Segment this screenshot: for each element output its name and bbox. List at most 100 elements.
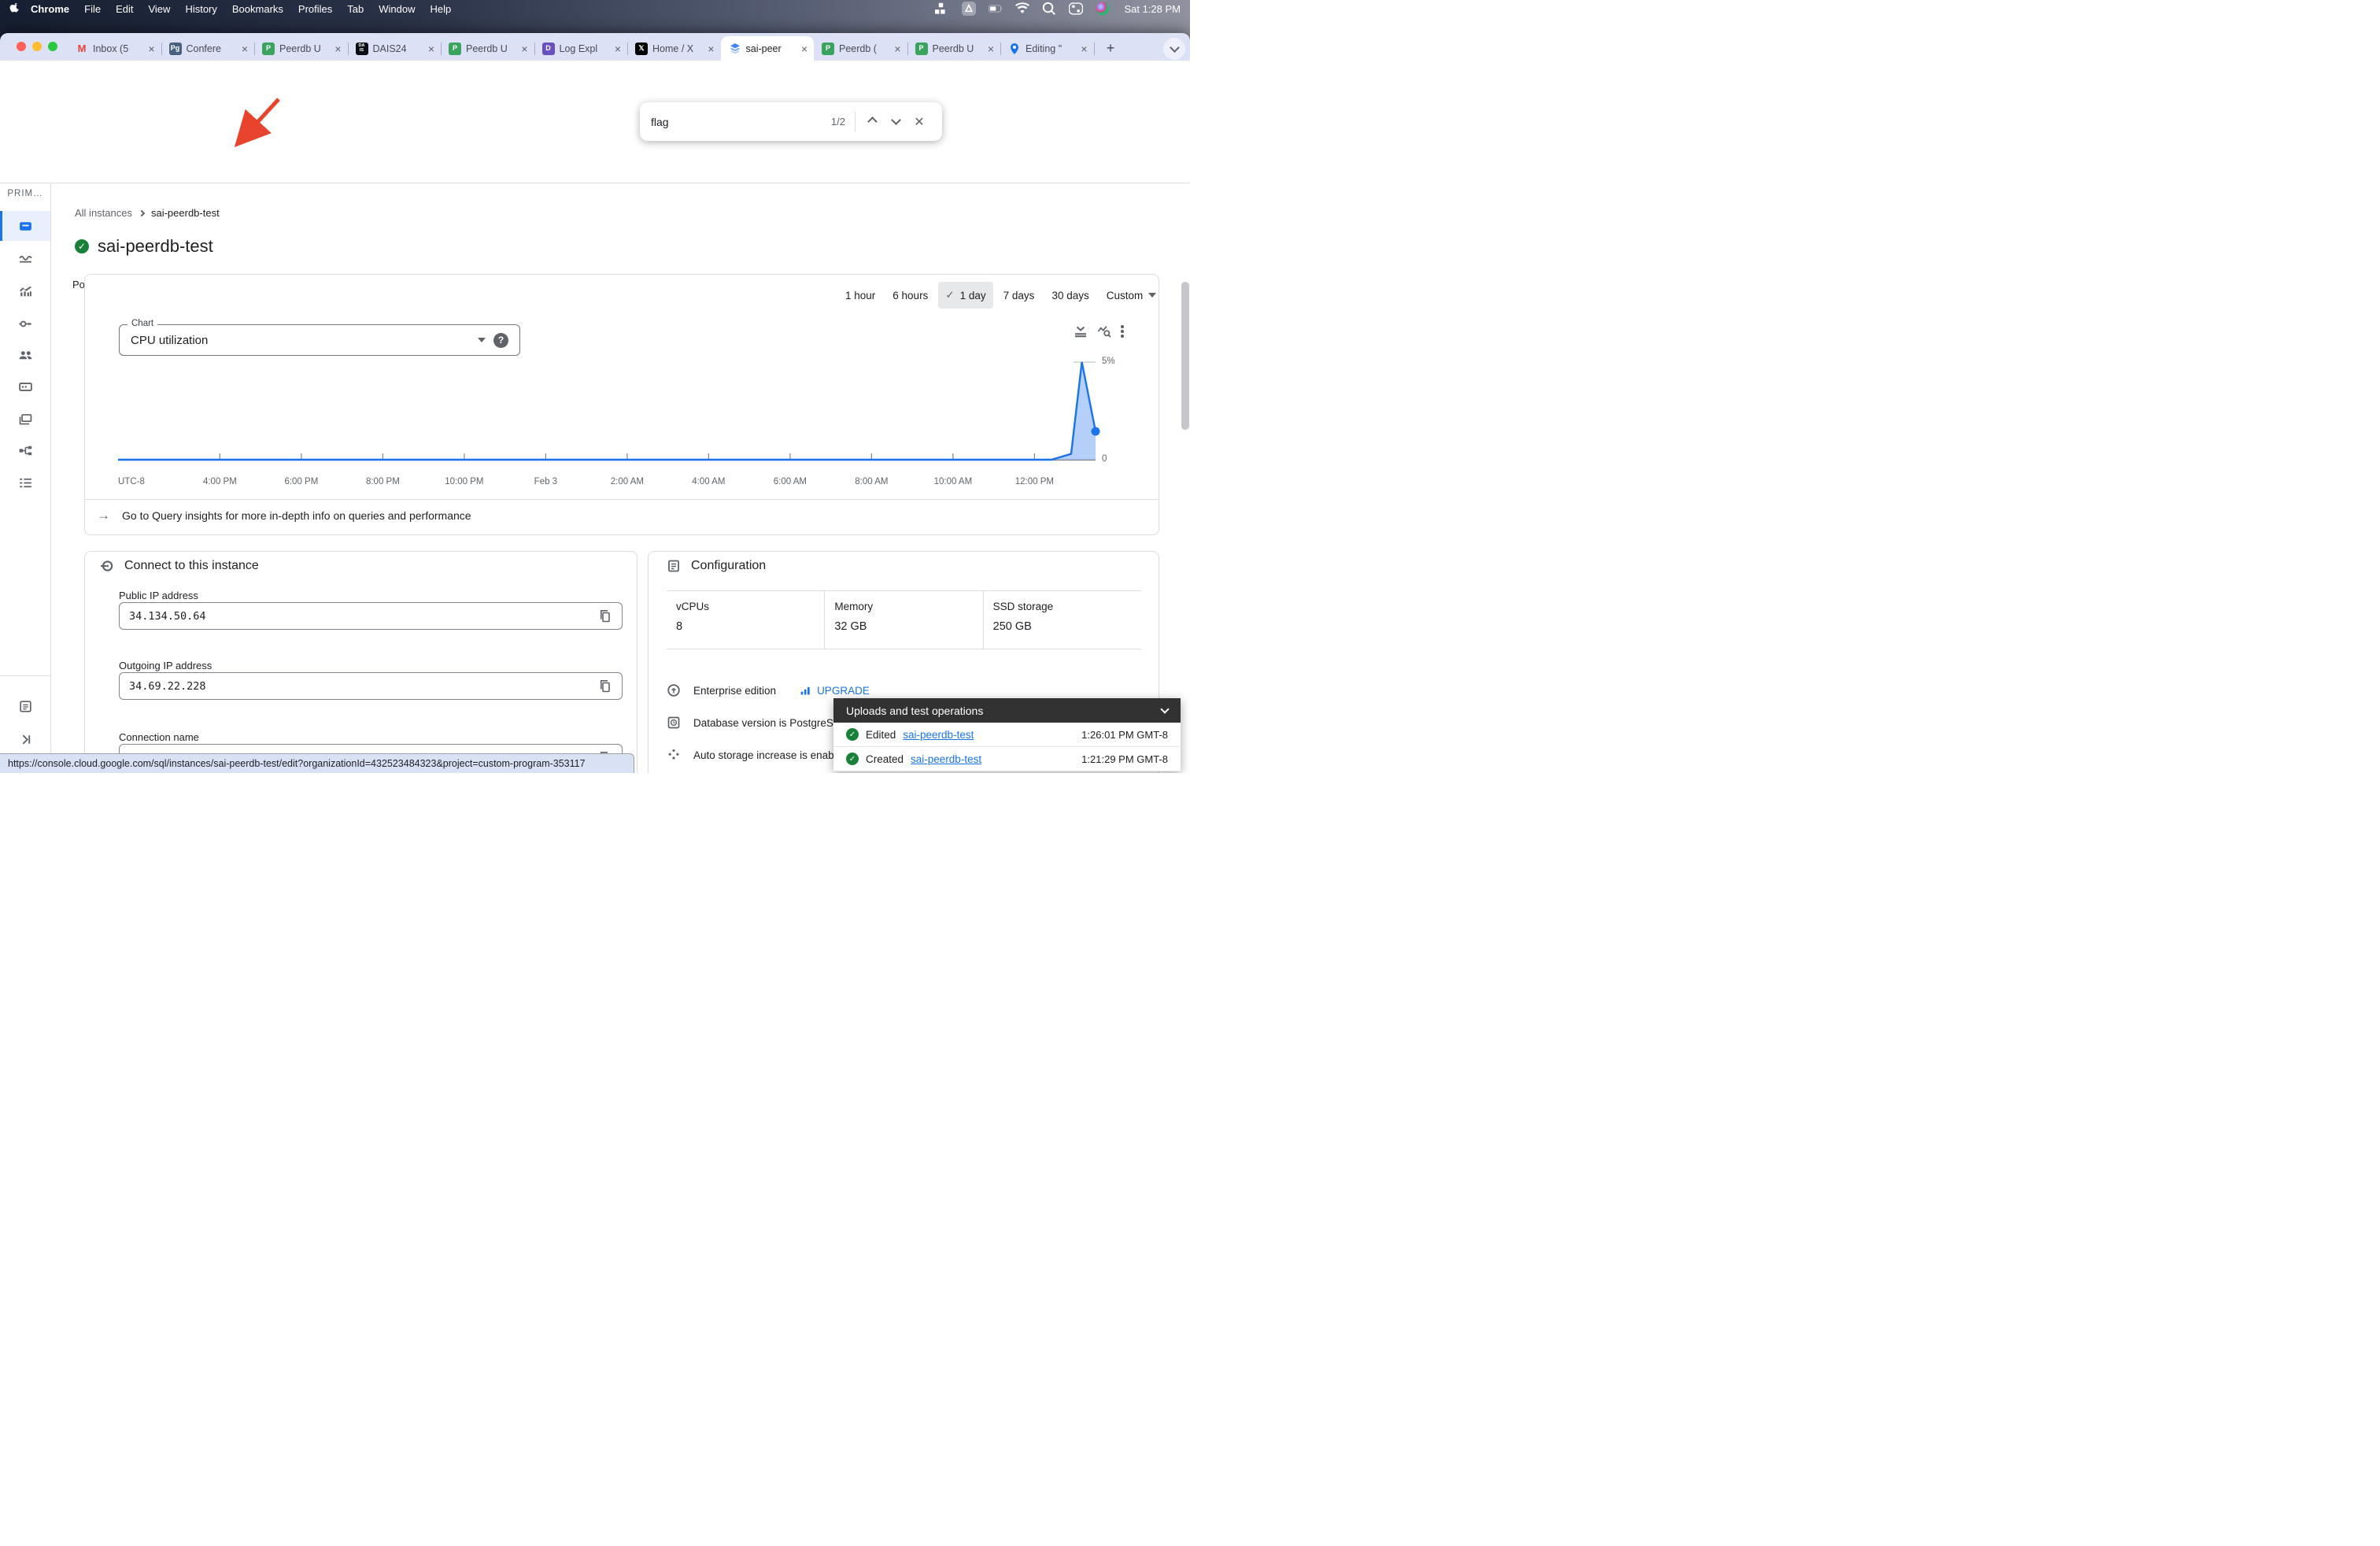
find-previous-button[interactable] (860, 110, 884, 134)
tab-close-icon[interactable]: × (242, 43, 248, 54)
range-1-day[interactable]: ✓ 1 day (938, 282, 993, 309)
overview-icon (19, 221, 31, 231)
tab-editing[interactable]: Editing " × (1000, 36, 1094, 61)
breadcrumb-all-instances[interactable]: All instances (75, 207, 132, 219)
wifi-icon[interactable] (1015, 2, 1030, 16)
minimize-window-button[interactable] (32, 42, 42, 51)
find-next-button[interactable] (884, 110, 907, 134)
tab-close-icon[interactable]: × (615, 43, 621, 54)
tab-close-icon[interactable]: × (988, 43, 994, 54)
x-tick-label: 4:00 AM (692, 477, 726, 486)
apple-icon[interactable] (9, 2, 20, 15)
nav-observability[interactable] (0, 244, 50, 274)
range-30-days[interactable]: 30 days (1044, 283, 1096, 309)
upgrade-button[interactable]: UPGRADE (800, 685, 870, 697)
nav-replicas[interactable] (0, 435, 50, 465)
tab-close-icon[interactable]: × (801, 43, 808, 54)
cpu-utilization-chart[interactable] (110, 354, 1102, 466)
tab-peerdb-u[interactable]: P Peerdb U × (254, 36, 348, 61)
menu-file[interactable]: File (84, 3, 101, 15)
success-check-icon: ✓ (846, 753, 859, 765)
tab-dais24[interactable]: DA IS DAIS24 × (348, 36, 442, 61)
tab-peerdb[interactable]: P Peerdb ( × (814, 36, 907, 61)
tab-search-button[interactable] (1163, 38, 1185, 60)
nav-collapse[interactable] (0, 724, 50, 754)
observability-icon (18, 255, 32, 263)
app-icon[interactable] (962, 2, 977, 16)
explore-metrics-icon[interactable] (1097, 324, 1111, 338)
stats-icon[interactable] (935, 2, 949, 16)
chart-mode-icon[interactable] (1074, 324, 1088, 338)
spotlight-icon[interactable] (1042, 2, 1056, 16)
datadog-favicon: D (541, 42, 555, 55)
siri-icon[interactable] (1096, 2, 1110, 16)
tab-close-icon[interactable]: × (428, 43, 434, 54)
menu-help[interactable]: Help (431, 3, 452, 15)
range-7-days[interactable]: 7 days (996, 283, 1042, 309)
tab-close-icon[interactable]: × (708, 43, 714, 54)
page-scrollbar[interactable] (1181, 282, 1189, 430)
battery-icon[interactable] (989, 2, 1003, 16)
tab-confere[interactable]: Pg Confere × (161, 36, 255, 61)
nav-users[interactable] (0, 340, 50, 370)
card-divider (85, 499, 1159, 500)
peerdb-favicon: P (915, 42, 928, 55)
nav-overview[interactable] (0, 211, 50, 241)
tab-peerdb-u[interactable]: P Peerdb U × (441, 36, 534, 61)
tab-close-icon[interactable]: × (894, 43, 900, 54)
nav-release-notes[interactable] (0, 691, 50, 721)
menu-window[interactable]: Window (379, 3, 415, 15)
nav-connections[interactable] (0, 309, 50, 338)
x-tick-label: 6:00 PM (284, 477, 319, 486)
menu-tab[interactable]: Tab (347, 3, 364, 15)
outgoing-ip-address-field[interactable]: 34.69.22.228 (119, 672, 623, 700)
copy-icon[interactable] (598, 609, 612, 623)
menu-history[interactable]: History (185, 3, 216, 15)
tab-inbox-5[interactable]: M Inbox (5 × (68, 36, 161, 61)
tab-home-x[interactable]: 𝕏 Home / X × (627, 36, 721, 61)
menu-edit[interactable]: Edit (116, 3, 133, 15)
peerdb-favicon: P (822, 42, 834, 55)
nav-databases[interactable] (0, 372, 50, 401)
copy-icon[interactable] (598, 679, 612, 693)
notification-instance-link[interactable]: sai-peerdb-test (911, 753, 981, 765)
menu-bookmarks[interactable]: Bookmarks (232, 3, 283, 15)
zoom-window-button[interactable] (48, 42, 57, 51)
tab-close-icon[interactable]: × (1081, 43, 1087, 54)
range-6-hours[interactable]: 6 hours (885, 283, 935, 309)
nav-backups[interactable] (0, 405, 50, 435)
tab-close-icon[interactable]: × (521, 43, 527, 54)
tab-label: sai-peer (745, 43, 782, 54)
find-close-icon[interactable]: ✕ (907, 110, 931, 134)
notification-instance-link[interactable]: sai-peerdb-test (903, 729, 974, 741)
menu-chrome[interactable]: Chrome (31, 3, 69, 15)
notifications-header[interactable]: Uploads and test operations (833, 698, 1181, 723)
tab-label: Peerdb ( (839, 43, 877, 54)
tab-log-expl[interactable]: D Log Expl × (534, 36, 628, 61)
menu-view[interactable]: View (148, 3, 170, 15)
tab-peerdb-u[interactable]: P Peerdb U × (907, 36, 1001, 61)
chart-more-icon[interactable] (1121, 325, 1124, 338)
range-1-hour[interactable]: 1 hour (838, 283, 882, 309)
control-center-icon[interactable] (1069, 2, 1084, 16)
tab-close-icon[interactable]: × (148, 43, 154, 54)
collapse-notifications-icon[interactable] (1160, 704, 1170, 714)
stat-memory: Memory 32 GB (824, 591, 982, 649)
window-controls[interactable] (17, 42, 57, 51)
range-custom[interactable]: Custom (1099, 283, 1164, 309)
menu-profiles[interactable]: Profiles (298, 3, 332, 15)
tab-close-icon[interactable]: × (334, 43, 341, 54)
chart-help-icon[interactable]: ? (493, 332, 508, 348)
public-ip-address-field[interactable]: 34.134.50.64 (119, 602, 623, 630)
find-query-input[interactable]: flag (651, 116, 831, 128)
query-insights-link[interactable]: → Go to Query insights for more in-depth… (97, 508, 471, 523)
chart-metric-select[interactable]: Chart CPU utilization ? (119, 319, 520, 356)
postgresql-favicon: Pg (168, 42, 182, 55)
nav-operations[interactable] (0, 468, 50, 497)
new-tab-button[interactable]: + (1100, 38, 1121, 58)
nav-system-insights[interactable] (0, 276, 50, 305)
peerdb-favicon: P (449, 42, 461, 55)
close-window-button[interactable] (17, 42, 26, 51)
find-in-page-bar[interactable]: flag 1/2 ✕ (640, 102, 942, 141)
tab-sai-peer[interactable]: sai-peer × (720, 36, 814, 61)
